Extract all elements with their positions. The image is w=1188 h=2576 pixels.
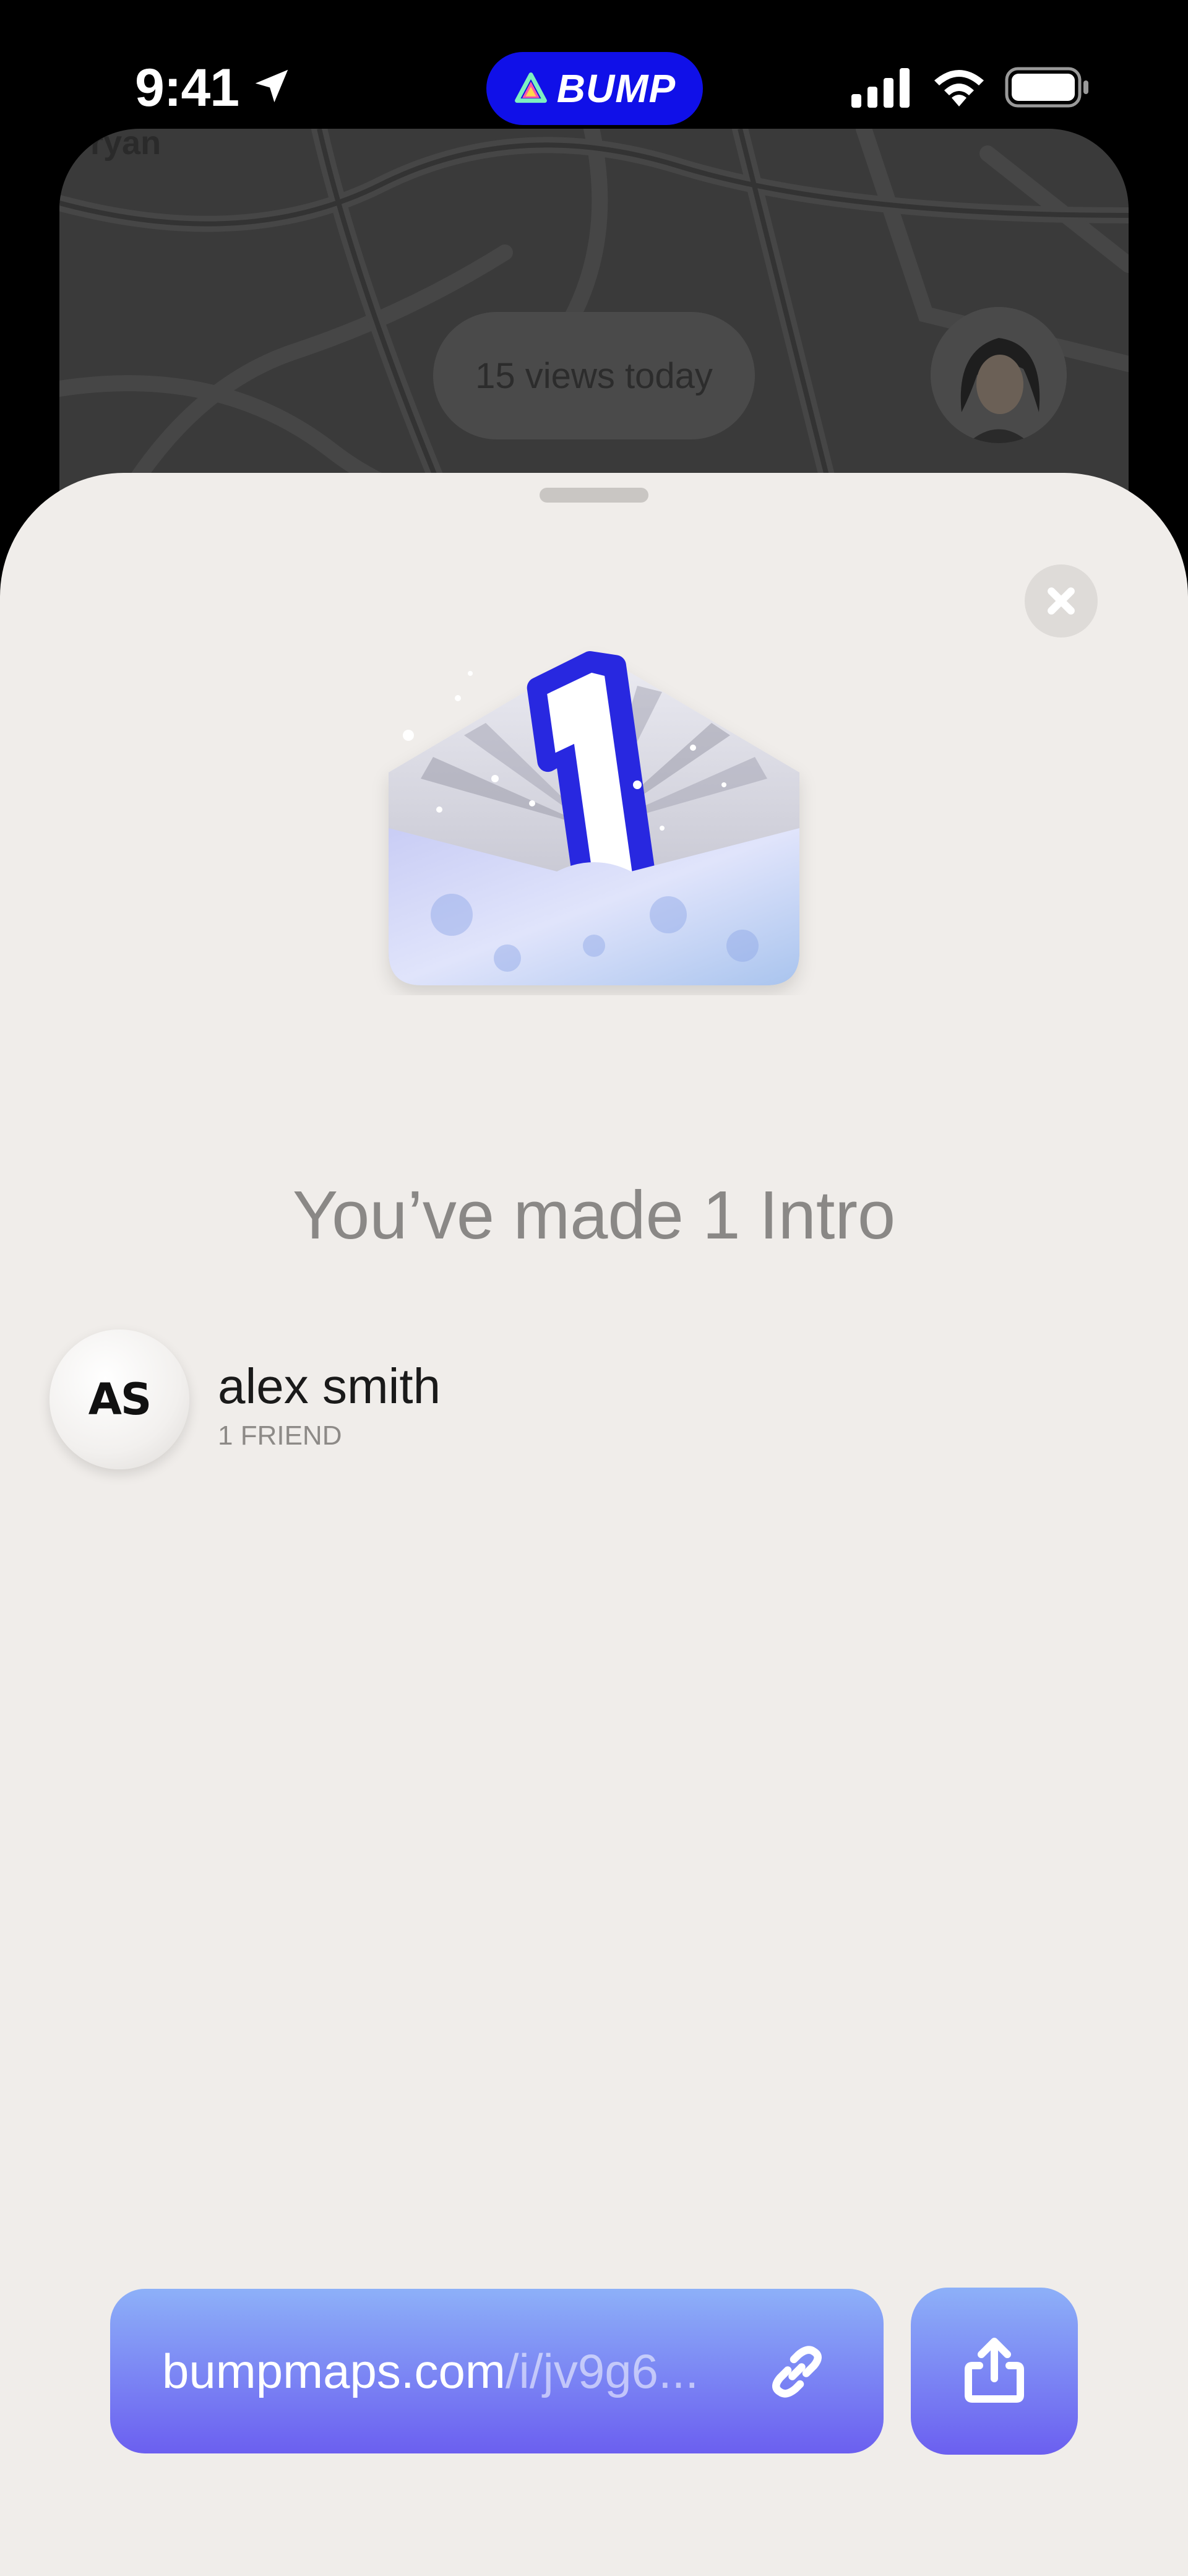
avatar-initials: AS — [88, 1374, 152, 1425]
intro-friend-count: 1 FRIEND — [218, 1420, 342, 1451]
status-time: 9:41 — [135, 58, 239, 118]
map-username-label: ryan — [90, 129, 161, 162]
battery-icon — [1005, 67, 1088, 108]
copy-link-button[interactable]: bumpmaps.com/i/jv9g6... — [110, 2289, 884, 2453]
intros-headline: You’ve made 1 Intro — [292, 1177, 896, 1253]
close-button[interactable] — [1025, 564, 1098, 638]
share-button[interactable] — [911, 2288, 1078, 2455]
views-today-pill[interactable]: 15 views today — [433, 312, 755, 439]
bump-app-badge[interactable]: BUMP — [486, 52, 703, 125]
intro-name: alex smith — [218, 1359, 441, 1414]
screen: 9:41 BUMP ryan 15 views today You’ve mad… — [0, 0, 1188, 2576]
invite-link-domain: bumpmaps.com — [162, 2344, 506, 2398]
bump-badge-label: BUMP — [556, 66, 676, 111]
location-arrow-icon — [255, 69, 288, 103]
map-user-avatar[interactable] — [931, 307, 1067, 443]
bump-logo-icon — [514, 72, 547, 103]
share-icon — [965, 2338, 1024, 2403]
intro-list-item[interactable]: AS alex smith 1 FRIEND — [50, 1329, 1138, 1478]
status-bar: 9:41 BUMP — [0, 0, 1188, 125]
avatar: AS — [50, 1329, 189, 1469]
invite-link-text: bumpmaps.com/i/jv9g6... — [162, 2289, 699, 2453]
wifi-icon — [934, 70, 984, 106]
envelope-illustration — [389, 651, 799, 985]
intros-sheet: You’ve made 1 Intro AS alex smith 1 FRIE… — [0, 473, 1188, 2576]
avatar-photo — [931, 307, 1067, 443]
cellular-signal-icon — [851, 68, 910, 108]
background-map-card: ryan 15 views today — [59, 129, 1129, 525]
close-icon — [1048, 587, 1075, 615]
sheet-grabber[interactable] — [540, 488, 648, 503]
invite-link-path: /i/jv9g6... — [505, 2344, 699, 2398]
link-icon — [772, 2346, 822, 2398]
